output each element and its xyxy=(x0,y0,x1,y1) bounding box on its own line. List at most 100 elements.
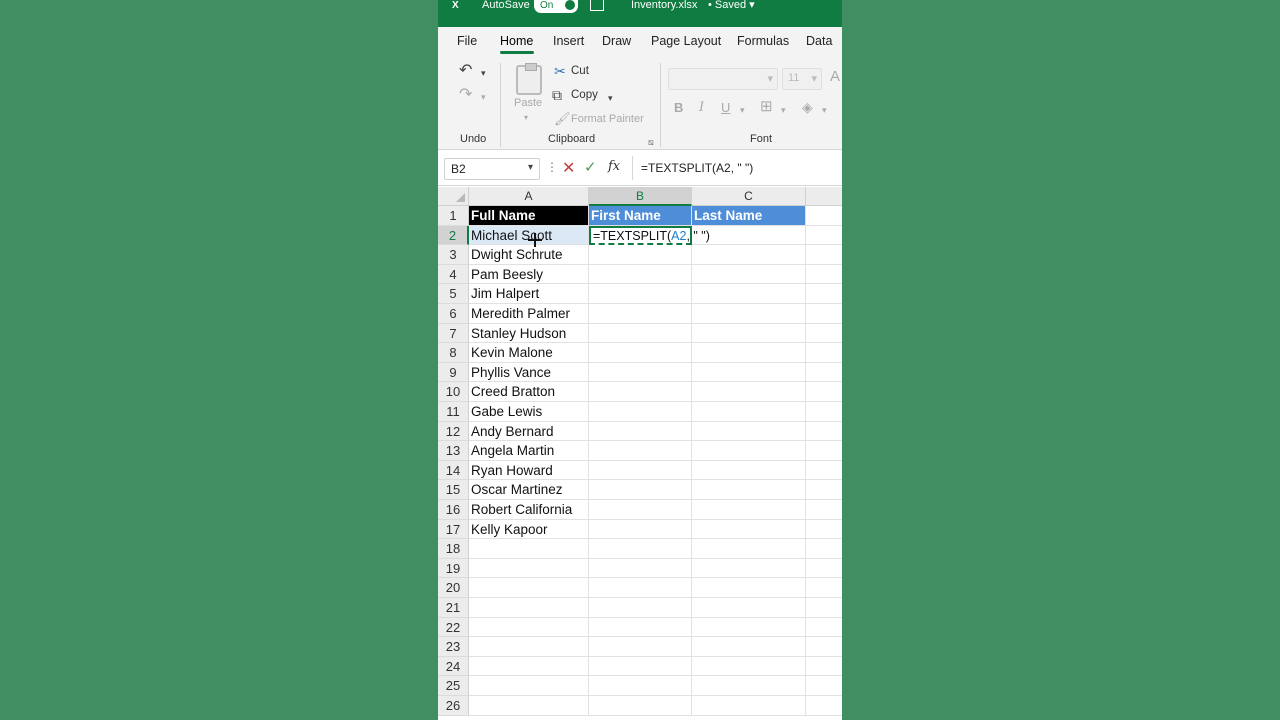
cell-a8[interactable]: Kevin Malone xyxy=(469,343,589,363)
cell-b8[interactable] xyxy=(589,343,692,363)
cell-d14[interactable] xyxy=(806,461,842,481)
save-status[interactable]: • Saved ▾ xyxy=(708,0,755,11)
row-header[interactable]: 2 xyxy=(438,225,469,246)
tab-formulas[interactable]: Formulas xyxy=(737,34,789,48)
cell-b6[interactable] xyxy=(589,304,692,324)
cell-d20[interactable] xyxy=(806,578,842,598)
cell-d23[interactable] xyxy=(806,637,842,657)
row-header[interactable]: 15 xyxy=(438,480,469,500)
cell-b9[interactable] xyxy=(589,362,692,383)
cell-c4[interactable] xyxy=(692,264,806,285)
cell-b15[interactable] xyxy=(589,480,692,500)
column-header-a[interactable]: A xyxy=(469,187,589,206)
active-cell-b2[interactable]: =TEXTSPLIT(A2, " ") xyxy=(589,225,710,246)
cell-b18[interactable] xyxy=(589,539,692,559)
cell-b25[interactable] xyxy=(589,676,692,696)
cell-d7[interactable] xyxy=(806,324,842,344)
row-header[interactable]: 7 xyxy=(438,323,469,344)
cell-c1[interactable]: Last Name xyxy=(692,206,806,226)
cell-b20[interactable] xyxy=(589,578,692,598)
cell-c19[interactable] xyxy=(692,558,806,579)
row-header[interactable]: 10 xyxy=(438,382,469,402)
cell-a24[interactable] xyxy=(469,656,589,677)
cell-d25[interactable] xyxy=(806,676,842,696)
cell-a21[interactable] xyxy=(469,598,589,618)
cell-b22[interactable] xyxy=(589,617,692,638)
cell-a5[interactable]: Jim Halpert xyxy=(469,284,589,304)
cancel-icon[interactable]: ✕ xyxy=(562,158,575,178)
tab-page-layout[interactable]: Page Layout xyxy=(651,34,721,48)
cell-a22[interactable] xyxy=(469,617,589,638)
cell-a15[interactable]: Oscar Martinez xyxy=(469,480,589,500)
row-header[interactable]: 20 xyxy=(438,578,469,598)
borders-icon[interactable]: ⊞ xyxy=(760,99,773,114)
redo-icon[interactable]: ↷ xyxy=(459,87,472,103)
font-name-dropdown[interactable]: ▾ xyxy=(668,68,778,90)
autosave-toggle[interactable]: On xyxy=(534,0,578,13)
cell-b4[interactable] xyxy=(589,264,692,285)
cell-b23[interactable] xyxy=(589,637,692,657)
cell-a4[interactable]: Pam Beesly xyxy=(469,264,589,285)
cell-d3[interactable] xyxy=(806,245,842,265)
cell-b21[interactable] xyxy=(589,598,692,618)
cell-d22[interactable] xyxy=(806,618,842,638)
row-header[interactable]: 1 xyxy=(438,206,469,226)
row-header[interactable]: 12 xyxy=(438,421,469,442)
tab-file[interactable]: File xyxy=(457,34,477,48)
cell-a25[interactable] xyxy=(469,676,589,696)
row-header[interactable]: 6 xyxy=(438,304,469,324)
cell-b14[interactable] xyxy=(589,460,692,481)
paste-button[interactable]: Paste xyxy=(514,97,542,109)
cell-d9[interactable] xyxy=(806,363,842,383)
cell-b7[interactable] xyxy=(589,323,692,344)
paste-icon[interactable] xyxy=(516,63,542,95)
cell-d6[interactable] xyxy=(806,304,842,324)
row-header[interactable]: 24 xyxy=(438,656,469,677)
cell-b17[interactable] xyxy=(589,519,692,540)
file-name[interactable]: Inventory.xlsx xyxy=(631,0,697,11)
row-header[interactable]: 23 xyxy=(438,637,469,657)
row-header[interactable]: 22 xyxy=(438,617,469,638)
row-header[interactable]: 8 xyxy=(438,343,469,363)
cell-c18[interactable] xyxy=(692,539,806,559)
cell-c15[interactable] xyxy=(692,480,806,500)
cell-a11[interactable]: Gabe Lewis xyxy=(469,402,589,422)
underline-dropdown-icon[interactable]: ▾ xyxy=(740,103,745,117)
bold-icon[interactable]: B xyxy=(674,101,683,115)
cell-b16[interactable] xyxy=(589,500,692,520)
row-header[interactable]: 3 xyxy=(438,245,469,265)
cell-c13[interactable] xyxy=(692,441,806,461)
cell-a13[interactable]: Angela Martin xyxy=(469,441,589,461)
cell-c23[interactable] xyxy=(692,637,806,657)
formula-input[interactable]: =TEXTSPLIT(A2, " ") xyxy=(632,156,842,180)
cell-a1[interactable]: Full Name xyxy=(469,206,589,226)
cell-d18[interactable] xyxy=(806,539,842,559)
cell-d2[interactable] xyxy=(806,226,842,246)
cell-b26[interactable] xyxy=(589,696,692,716)
cell-b3[interactable] xyxy=(589,245,692,265)
fill-color-dropdown-icon[interactable]: ▾ xyxy=(822,103,827,117)
copy-button[interactable]: Copy xyxy=(571,89,598,101)
cell-b24[interactable] xyxy=(589,656,692,677)
cell-b12[interactable] xyxy=(589,421,692,442)
cell-c25[interactable] xyxy=(692,676,806,696)
cell-d16[interactable] xyxy=(806,500,842,520)
cell-b5[interactable] xyxy=(589,284,692,304)
cell-d13[interactable] xyxy=(806,441,842,461)
cell-d11[interactable] xyxy=(806,402,842,422)
fill-color-icon[interactable]: ◈ xyxy=(802,100,813,114)
row-header[interactable]: 17 xyxy=(438,519,469,540)
cell-d5[interactable] xyxy=(806,284,842,304)
cut-button[interactable]: Cut xyxy=(571,65,589,77)
enter-checkmark-icon[interactable]: ✓ xyxy=(584,158,597,176)
cell-c12[interactable] xyxy=(692,421,806,442)
cell-a9[interactable]: Phyllis Vance xyxy=(469,362,589,383)
cell-a23[interactable] xyxy=(469,637,589,657)
cell-c5[interactable] xyxy=(692,284,806,304)
format-painter-button[interactable]: Format Painter xyxy=(571,113,644,125)
cell-c11[interactable] xyxy=(692,402,806,422)
font-size-dropdown[interactable]: 11 ▾ xyxy=(782,68,822,90)
cell-d24[interactable] xyxy=(806,657,842,677)
cell-d26[interactable] xyxy=(806,696,842,716)
cell-a20[interactable] xyxy=(469,578,589,598)
